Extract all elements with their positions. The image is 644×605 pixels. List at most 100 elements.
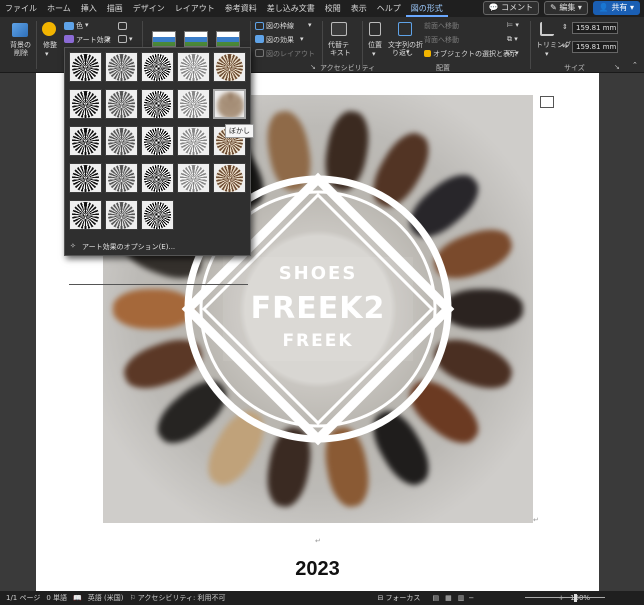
effects-icon[interactable] <box>255 35 264 43</box>
art-effect-option[interactable] <box>105 52 138 82</box>
art-effect-option[interactable] <box>213 163 246 193</box>
art-effect-option[interactable] <box>141 200 174 230</box>
rotate-icon[interactable]: ⟳ ▾ <box>507 49 519 57</box>
read-mode-icon[interactable]: 📖 <box>73 594 82 602</box>
art-effect-option[interactable] <box>141 52 174 82</box>
style-thumb-1[interactable] <box>152 31 176 47</box>
web-layout-icon[interactable]: ▥ <box>458 594 465 602</box>
height-input[interactable]: 159.81 mm <box>572 22 618 34</box>
correct-dropdown-icon[interactable]: ▾ <box>45 50 49 58</box>
tab-11[interactable]: 図の形式 <box>405 0 448 17</box>
alt-text-icon[interactable] <box>331 22 347 36</box>
tab-7[interactable]: 差し込み文書 <box>262 0 320 17</box>
focus-icon[interactable]: ⊟ <box>378 594 384 602</box>
page-count[interactable]: 1/1 ページ <box>6 593 40 603</box>
color-dropdown-icon[interactable]: ▾ <box>85 21 89 29</box>
tab-3[interactable]: 描画 <box>102 0 128 17</box>
sun-icon[interactable] <box>42 22 56 36</box>
tab-5[interactable]: レイアウト <box>170 0 220 17</box>
zoom-slider[interactable] <box>525 597 605 598</box>
read-view-icon[interactable]: ▤ <box>432 594 439 602</box>
tab-6[interactable]: 参考資料 <box>220 0 262 17</box>
art-effects-icon[interactable] <box>64 35 74 43</box>
selection-pane-icon[interactable] <box>424 50 431 57</box>
tab-9[interactable]: 表示 <box>346 0 372 17</box>
art-effects-options-menu-item[interactable]: アート効果のオプション(E)... <box>82 242 175 252</box>
effects-button[interactable]: 図の効果 <box>266 35 294 45</box>
art-effect-option[interactable] <box>141 89 174 119</box>
tab-10[interactable]: ヘルプ <box>372 0 406 17</box>
tab-4[interactable]: デザイン <box>128 0 170 17</box>
comment-button[interactable]: 💬 コメント <box>482 1 540 15</box>
effects-dropdown-icon[interactable]: ▾ <box>300 35 304 43</box>
art-effects-options-icon[interactable]: ✧ <box>70 242 76 250</box>
border-icon[interactable] <box>255 22 264 30</box>
align-icon[interactable]: ⊨ ▾ <box>507 21 519 29</box>
focus-button[interactable]: フォーカス <box>385 593 420 603</box>
remove-background-icon[interactable] <box>12 23 28 37</box>
tab-2[interactable]: 挿入 <box>76 0 102 17</box>
share-button[interactable]: 👤 共有 ▾ <box>592 1 640 15</box>
color-icon[interactable] <box>64 22 74 30</box>
group-icon[interactable]: ⧉ ▾ <box>507 35 518 44</box>
color-button[interactable]: 色 <box>76 21 83 31</box>
position-dropdown-icon[interactable]: ▾ <box>372 50 376 58</box>
art-effect-option[interactable] <box>69 163 102 193</box>
style-thumb-2[interactable] <box>184 31 208 47</box>
accessibility-icon[interactable]: ⚐ <box>129 594 135 602</box>
art-effect-option[interactable] <box>177 163 210 193</box>
art-effect-option[interactable] <box>177 89 210 119</box>
bring-forward-button[interactable]: 前面へ移動 <box>424 21 459 31</box>
art-effect-option[interactable] <box>69 89 102 119</box>
art-effect-option[interactable] <box>213 52 246 82</box>
art-effect-option[interactable] <box>213 89 246 119</box>
art-effect-option[interactable] <box>141 163 174 193</box>
print-layout-icon[interactable]: ▦ <box>445 594 452 602</box>
border-button[interactable]: 図の枠線 <box>266 21 294 31</box>
zoom-slider-thumb[interactable] <box>574 594 577 602</box>
art-effect-option[interactable] <box>105 163 138 193</box>
accessibility-status[interactable]: アクセシビリティ: 利用不可 <box>138 593 226 603</box>
word-count[interactable]: 0 単語 <box>46 593 67 603</box>
position-icon[interactable] <box>369 22 381 36</box>
comment-label: コメント <box>501 3 534 12</box>
edit-mode-button[interactable]: ✎ 編集 ▾ <box>544 1 588 15</box>
send-backward-button[interactable]: 背面へ移動 <box>424 35 459 45</box>
crop-icon[interactable] <box>540 22 554 36</box>
art-effect-option[interactable] <box>141 126 174 156</box>
size-launcher-icon[interactable]: ↘ <box>614 63 620 71</box>
border-dropdown-icon[interactable]: ▾ <box>308 21 312 29</box>
art-effect-option[interactable] <box>105 89 138 119</box>
selection-pane-button[interactable]: オブジェクトの選択と表示 <box>433 49 517 59</box>
style-thumb-3[interactable] <box>216 31 240 47</box>
tab-1[interactable]: ホーム <box>42 0 76 17</box>
zoom-out-icon[interactable]: − <box>468 594 474 602</box>
picture-styles-launcher-icon[interactable]: ↘ <box>310 63 316 71</box>
language-status[interactable]: 英語 (米国) <box>88 593 124 603</box>
art-effect-option[interactable] <box>69 52 102 82</box>
zoom-in-icon[interactable]: + <box>558 594 564 602</box>
position-button[interactable]: 位置 <box>368 40 382 50</box>
art-effect-option[interactable] <box>105 126 138 156</box>
art-effect-option[interactable] <box>105 200 138 230</box>
change-picture-icon[interactable] <box>118 35 127 43</box>
art-effect-option[interactable] <box>177 52 210 82</box>
crop-dropdown-icon[interactable]: ▾ <box>545 50 549 58</box>
change-picture-dropdown-icon[interactable]: ▾ <box>129 35 133 43</box>
collapse-ribbon-icon[interactable]: ⌃ <box>632 61 638 69</box>
art-effect-option[interactable] <box>69 200 102 230</box>
tab-0[interactable]: ファイル <box>0 0 42 17</box>
wrap-text-icon[interactable] <box>398 22 412 36</box>
art-effects-button[interactable]: アート効果 <box>76 35 111 45</box>
art-effects-dropdown-icon[interactable]: ▾ <box>107 35 111 43</box>
art-effect-option[interactable] <box>69 126 102 156</box>
correct-button[interactable]: 修整 <box>43 40 57 50</box>
art-effect-option[interactable] <box>177 126 210 156</box>
layout-options-icon[interactable] <box>540 96 554 108</box>
width-input[interactable]: 159.81 mm <box>572 41 618 53</box>
wrap-text-dropdown-icon[interactable]: ▾ <box>406 48 410 56</box>
compress-icon[interactable] <box>118 22 127 30</box>
tab-8[interactable]: 校閲 <box>320 0 346 17</box>
picture-layout-button[interactable]: 図のレイアウト <box>266 49 315 59</box>
picture-layout-icon[interactable] <box>255 49 264 57</box>
